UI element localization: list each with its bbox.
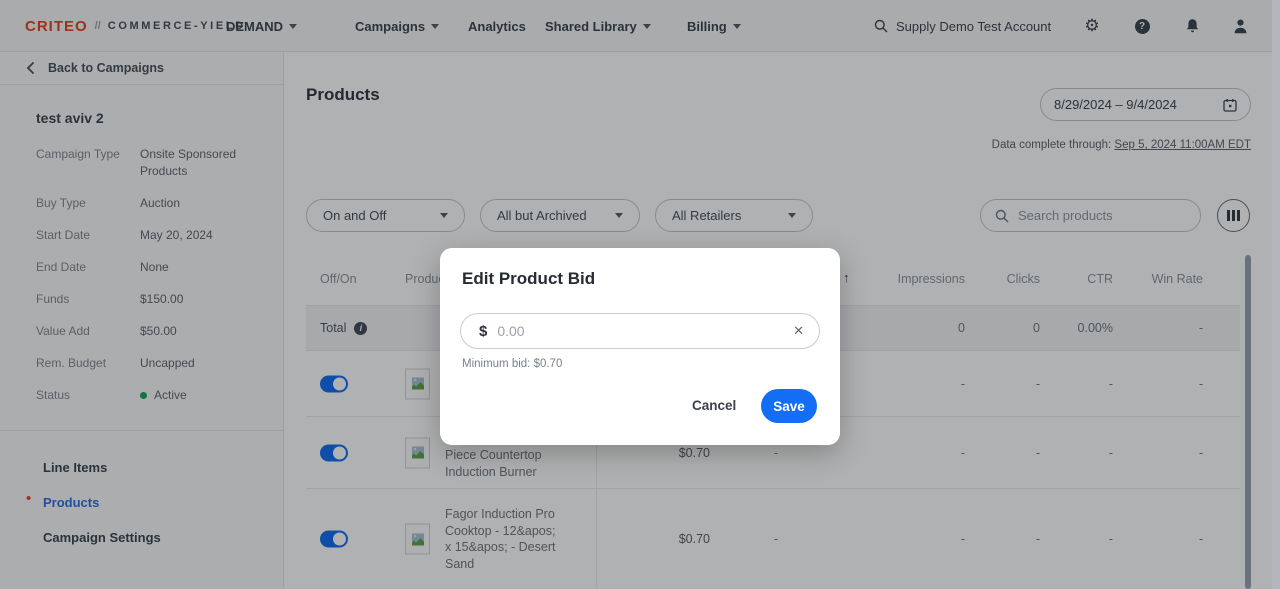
window-scrollbar-track[interactable] — [1272, 0, 1280, 589]
modal-title: Edit Product Bid — [462, 269, 595, 289]
app-screen: CRITEO // COMMERCE-YIELD DEMAND Campaign… — [0, 0, 1280, 589]
cancel-button[interactable]: Cancel — [692, 398, 736, 413]
save-button[interactable]: Save — [761, 389, 817, 423]
minimum-bid-note: Minimum bid: $0.70 — [462, 358, 562, 370]
bid-input-placeholder: 0.00 — [497, 323, 524, 339]
bid-input[interactable]: $ 0.00 ✕ — [460, 313, 820, 349]
currency-symbol: $ — [479, 323, 487, 340]
clear-icon[interactable]: ✕ — [793, 323, 804, 339]
edit-product-bid-modal: Edit Product Bid $ 0.00 ✕ Minimum bid: $… — [440, 248, 840, 445]
